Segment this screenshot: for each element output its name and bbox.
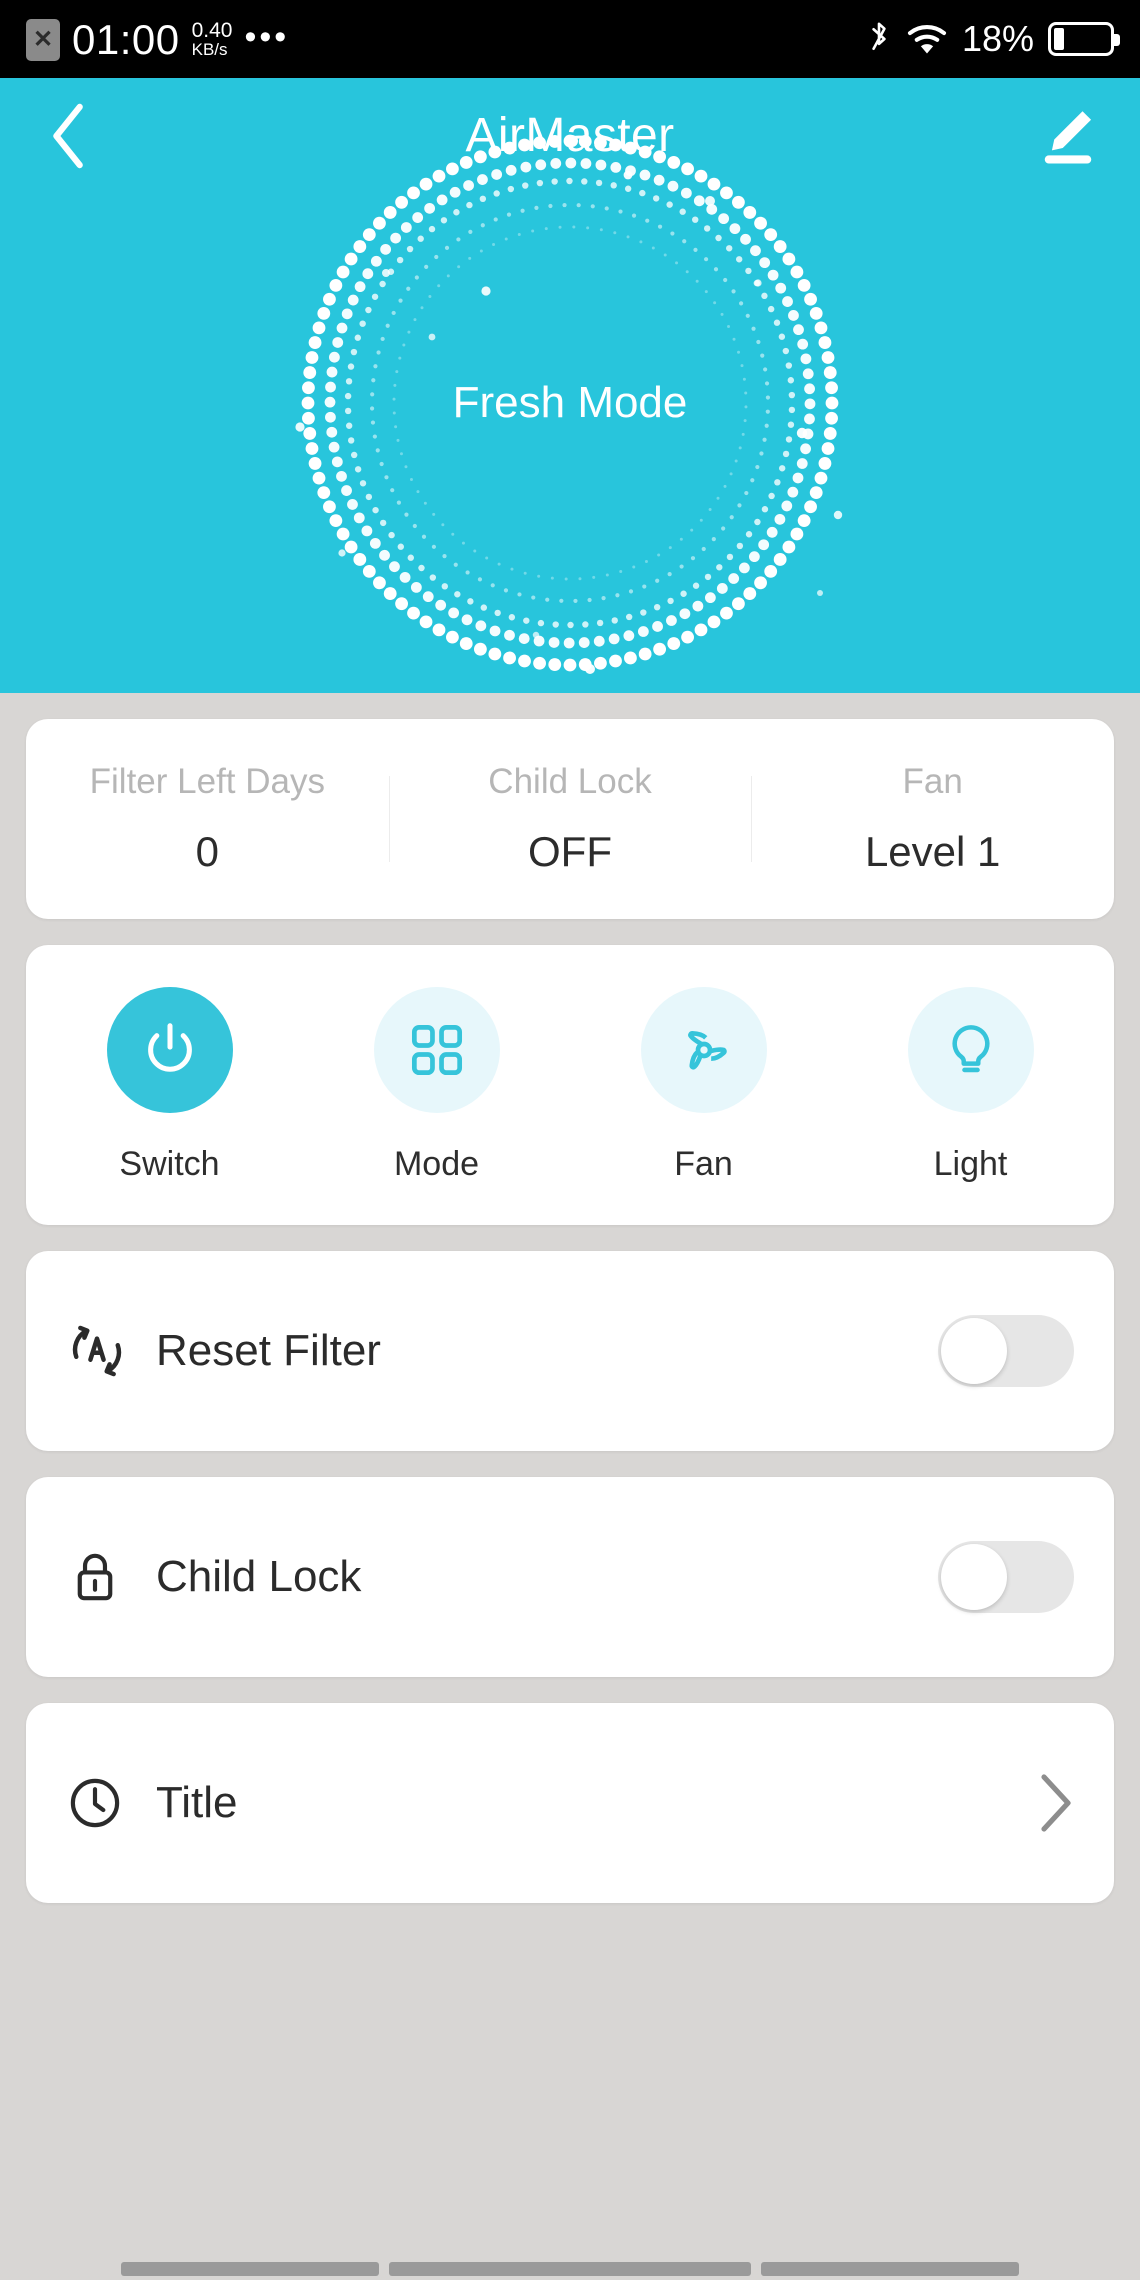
auto-reset-icon [72,1325,122,1377]
lightbulb-icon [951,1024,990,1072]
phone-screen: ✕ 01:00 0.40 KB/s ••• 18% Fresh Mode Fil… [0,0,1140,2280]
nav-recents-pill[interactable] [121,2262,379,2276]
row-reset-filter[interactable]: Reset Filter [26,1251,1114,1451]
nav-home-pill[interactable] [389,2262,751,2276]
action-fan-circle[interactable] [640,986,767,1113]
action-switch-circle[interactable] [106,986,233,1113]
clock-icon [70,1778,120,1828]
reset-filter-toggle[interactable] [938,1315,1074,1387]
action-label: Switch [119,1144,220,1183]
bluetooth-icon [872,22,886,51]
toggle-knob [941,1544,1007,1610]
overflow-dots-icon: ••• [244,17,290,56]
stat-value: OFF [528,828,612,875]
row-label: Reset Filter [156,1326,381,1375]
action-light-circle[interactable] [907,986,1034,1113]
toggle-knob [941,1318,1007,1384]
mode-ring-visualizer[interactable]: Fresh Mode [290,123,850,683]
action-label: Mode [393,1144,480,1183]
stat-filter-left-days: Filter Left Days 0 [26,762,389,876]
network-speed-value: 0.40 [191,18,233,42]
row-icon-wrap [66,1548,144,1606]
stat-value: 0 [195,828,220,875]
back-button[interactable] [30,96,110,176]
mode-label: Fresh Mode [452,378,688,427]
stat-label: Child Lock [488,762,652,801]
row-icon-wrap [66,1320,144,1382]
action-light[interactable]: Light [837,986,1104,1184]
status-summary-card: Filter Left Days 0 Child Lock OFF Fan Le… [26,719,1114,919]
lock-icon [77,1553,113,1601]
row-label: Child Lock [156,1552,362,1601]
power-icon [147,1022,192,1072]
chevron-right-icon[interactable] [1038,1773,1074,1833]
wifi-icon [907,25,946,54]
fan-icon [687,1030,727,1069]
stat-value: Level 1 [864,828,1001,875]
status-bar-clock: 01:00 [72,15,180,63]
row-icon-wrap [66,1774,144,1832]
row-label: Title [156,1778,238,1827]
action-fan[interactable]: Fan [570,986,837,1184]
hero-section: AirMaster Fresh Mode [0,78,1140,693]
nav-back-pill[interactable] [761,2262,1019,2276]
stat-label: Filter Left Days [89,762,326,801]
sim-disabled-icon: ✕ [26,18,60,61]
network-speed: 0.40 KB/s [191,18,233,60]
back-chevron-icon [53,103,83,168]
action-label: Light [933,1144,1008,1183]
edit-button[interactable] [1028,96,1108,176]
action-mode[interactable]: Mode [303,986,570,1184]
battery-percent: 18% [961,18,1034,59]
stat-label: Fan [902,762,963,801]
content-area: Filter Left Days 0 Child Lock OFF Fan Le… [0,719,1140,1903]
row-title[interactable]: Title [26,1703,1114,1903]
child-lock-toggle[interactable] [938,1541,1074,1613]
android-nav-bar [0,2246,1140,2280]
action-label: Fan [674,1144,733,1183]
status-bar: ✕ 01:00 0.40 KB/s ••• 18% [0,0,1140,78]
action-mode-circle[interactable] [373,986,500,1113]
status-bar-left: ✕ 01:00 0.40 KB/s ••• [26,18,289,61]
quick-actions-card: Switch Mode Fan Light [26,945,1114,1225]
grid-icon [411,1024,462,1075]
stat-fan: Fan Level 1 [751,762,1114,876]
network-speed-unit: KB/s [191,40,228,60]
battery-icon [1048,22,1120,56]
edit-pencil-icon [1044,110,1092,164]
status-bar-right: 18% [866,18,1120,60]
row-child-lock[interactable]: Child Lock [26,1477,1114,1677]
action-switch[interactable]: Switch [36,986,303,1184]
stat-child-lock: Child Lock OFF [389,762,752,876]
